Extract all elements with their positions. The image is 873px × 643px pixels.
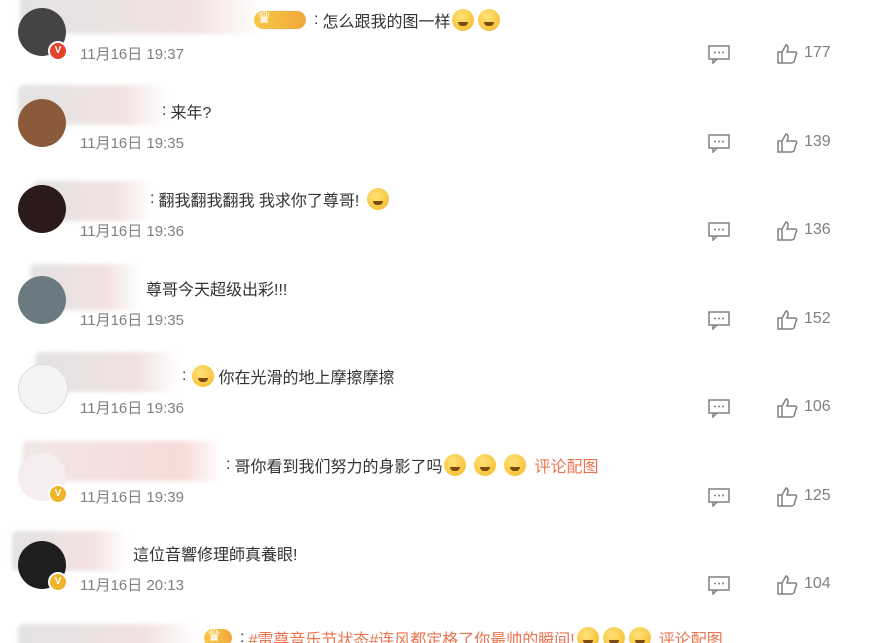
comment-text: 你在光滑的地上摩擦摩擦: [218, 370, 395, 387]
like-count: 106: [804, 398, 831, 415]
comment-item: V : 怎么跟我的图一样 11月16日 19:37 177: [0, 0, 873, 88]
comment-image-link[interactable]: 评论配图: [534, 453, 598, 477]
comment-text: 尊哥今天超级出彩!!!: [146, 282, 288, 299]
comment-text: 哥你看到我们努力的身影了吗: [234, 459, 443, 476]
comment-text: 翻我翻我翻我 我求你了尊哥!: [158, 193, 360, 210]
like-thumb-icon[interactable]: [776, 398, 798, 418]
reply-icon[interactable]: [708, 44, 730, 64]
comment-time: 11月16日 19:35: [80, 312, 184, 329]
reply-icon[interactable]: [708, 398, 730, 418]
verified-badge-icon: V: [48, 41, 68, 61]
comment-item: : 你在光滑的地上摩擦摩擦 11月16日 19:36 106: [0, 352, 873, 442]
reply-icon[interactable]: [708, 133, 730, 153]
like-count: 136: [804, 221, 831, 238]
comment-item: : #雷尊音乐节状态#连风都定格了你最帅的瞬间! 评论配图: [0, 620, 873, 643]
comment-text: 怎么跟我的图一样: [322, 14, 451, 31]
comment-text: #雷尊音乐节状态#连风都定格了你最帅的瞬间!: [248, 632, 575, 643]
like-thumb-icon[interactable]: [776, 133, 798, 153]
like-thumb-icon[interactable]: [776, 310, 798, 330]
like-thumb-icon[interactable]: [776, 221, 798, 241]
like-count: 139: [804, 133, 831, 150]
avatar[interactable]: [18, 185, 66, 233]
comment-item: V : 哥你看到我们努力的身影了吗 评论配图 11月16日 19:39 125: [0, 441, 873, 531]
like-thumb-icon[interactable]: [776, 44, 798, 64]
avatar[interactable]: [18, 99, 66, 147]
comment-item: : 来年? 11月16日 19:35 139: [0, 85, 873, 177]
pleading-emoji-icon: [474, 454, 497, 476]
comment-time: 11月16日 19:35: [80, 135, 184, 152]
reply-icon[interactable]: [708, 310, 730, 330]
like-thumb-icon[interactable]: [776, 575, 798, 595]
reply-icon[interactable]: [708, 221, 730, 241]
comment-item: : 翻我翻我翻我 我求你了尊哥! 11月16日 19:36 136: [0, 177, 873, 265]
laughing-tears-emoji-icon: [452, 9, 475, 31]
like-count: 104: [804, 575, 831, 592]
comment-time: 11月16日 19:36: [80, 223, 184, 240]
doge-emoji-icon: [192, 365, 215, 387]
cheers-emoji-icon: [602, 627, 625, 643]
like-thumb-icon[interactable]: [776, 487, 798, 507]
comment-text: 来年?: [170, 105, 212, 122]
comment-item: 尊哥今天超级出彩!!! 11月16日 19:35 152: [0, 264, 873, 354]
comment-time: 11月16日 20:13: [80, 577, 184, 594]
like-count: 177: [804, 44, 831, 61]
cheers-emoji-icon: [628, 627, 651, 643]
verified-badge-icon: V: [48, 484, 68, 504]
comment-item: V 這位音響修理師真養眼! 11月16日 20:13 104: [0, 531, 873, 619]
vip-crown-badge-icon: [254, 8, 306, 29]
verified-badge-icon: V: [48, 572, 68, 592]
vip-crown-badge-icon: [204, 626, 232, 643]
pleading-emoji-icon: [444, 454, 467, 476]
comment-time: 11月16日 19:39: [80, 489, 184, 506]
reply-icon[interactable]: [708, 575, 730, 595]
pleading-emoji-icon: [504, 454, 527, 476]
reply-icon[interactable]: [708, 487, 730, 507]
laughing-tears-emoji-icon: [478, 9, 501, 31]
avatar[interactable]: [18, 364, 68, 414]
comment-time: 11月16日 19:37: [80, 46, 184, 63]
comment-time: 11月16日 19:36: [80, 400, 184, 417]
avatar[interactable]: [18, 276, 66, 324]
comment-text: 這位音響修理師真養眼!: [133, 547, 298, 564]
like-count: 125: [804, 487, 831, 504]
like-count: 152: [804, 310, 831, 327]
crying-emoji-icon: [367, 188, 390, 210]
comment-image-link[interactable]: 评论配图: [659, 626, 723, 643]
cheers-emoji-icon: [576, 627, 599, 643]
